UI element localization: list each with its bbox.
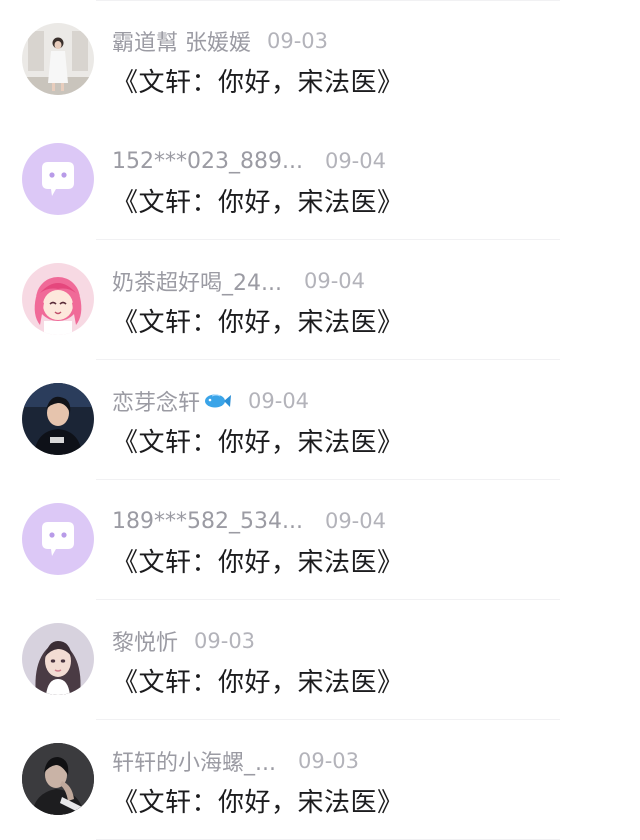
room-photo-avatar-icon (22, 23, 94, 95)
comment-date: 09-03 (297, 749, 360, 773)
comment-item[interactable]: 奶茶超好喝_24... 09-04 《文轩：你好，宋法医》 (0, 240, 640, 360)
comment-date: 09-04 (324, 149, 386, 173)
comment-date: 09-03 (267, 29, 329, 53)
username[interactable]: 轩轩的小海螺_... (112, 745, 276, 777)
comment-text: 《文轩：你好，宋法医》 (112, 668, 404, 698)
comment-text: 《文轩：你好，宋法医》 (112, 68, 404, 98)
default-chat-avatar-icon (22, 143, 94, 215)
comment-date: 09-04 (248, 389, 310, 413)
avatar[interactable] (22, 263, 94, 335)
comment-text: 《文轩：你好，宋法医》 (112, 548, 404, 578)
comment-text: 《文轩：你好，宋法医》 (112, 308, 404, 338)
comment-item[interactable]: 恋芽念轩 09-04 《文轩：你好，宋法医》 (0, 360, 640, 480)
username[interactable]: 奶茶超好喝_24... (112, 265, 282, 297)
dark-photo-avatar-icon (22, 743, 94, 815)
comment-date: 09-04 (324, 509, 386, 533)
avatar[interactable] (22, 23, 94, 95)
username[interactable]: 霸道幫 张媛媛 (112, 25, 251, 57)
username[interactable]: 152***023_889... (112, 149, 303, 174)
comment-item[interactable]: 轩轩的小海螺_... 09-03 《文轩：你好，宋法医》 (0, 720, 640, 840)
avatar[interactable] (22, 143, 94, 215)
comment-item[interactable]: 霸道幫 张媛媛 09-03 《文轩：你好，宋法医》 (0, 0, 640, 120)
comment-date: 09-04 (303, 269, 366, 293)
avatar[interactable] (22, 623, 94, 695)
comment-text: 《文轩：你好，宋法医》 (112, 188, 404, 218)
default-chat-avatar-icon (22, 503, 94, 575)
avatar[interactable] (22, 503, 94, 575)
username[interactable]: 恋芽念轩 (112, 385, 200, 417)
comment-item[interactable]: 黎悦忻 09-03 《文轩：你好，宋法医》 (0, 600, 640, 720)
username[interactable]: 黎悦忻 (112, 625, 178, 657)
person-photo-avatar-icon (22, 383, 94, 455)
comment-item[interactable]: 152***023_889... 09-04 《文轩：你好，宋法医》 (0, 120, 640, 240)
girl-portrait-avatar-icon (22, 623, 94, 695)
comment-text: 《文轩：你好，宋法医》 (112, 788, 404, 818)
comment-date: 09-03 (194, 629, 256, 653)
avatar[interactable] (22, 743, 94, 815)
avatar[interactable] (22, 383, 94, 455)
comment-text: 《文轩：你好，宋法医》 (112, 428, 404, 458)
anime-girl-avatar-icon (22, 263, 94, 335)
comment-item[interactable]: 189***582_534... 09-04 《文轩：你好，宋法医》 (0, 480, 640, 600)
comment-list: 152***023_889... 09-04 《文轩：你好，宋法医》 奶茶超好喝… (0, 0, 640, 840)
username[interactable]: 189***582_534... (112, 509, 303, 534)
fish-icon (202, 391, 232, 411)
